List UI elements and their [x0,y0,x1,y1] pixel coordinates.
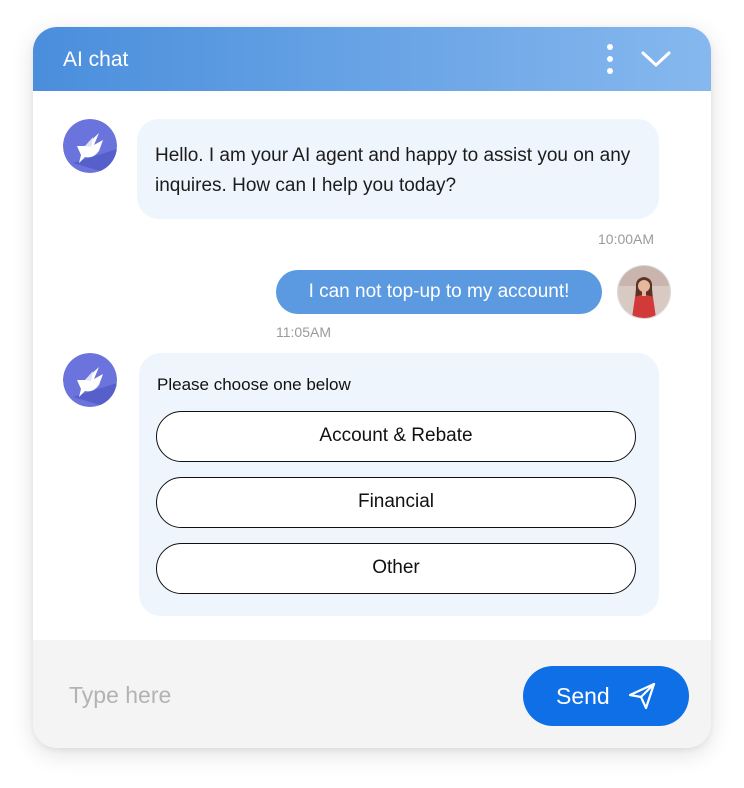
more-options-button[interactable] [599,43,621,75]
message-timestamp: 10:00AM [598,231,655,247]
message-input[interactable] [69,680,489,710]
user-avatar [617,265,671,319]
bot-avatar [63,119,117,173]
send-button-label: Send [556,683,610,709]
collapse-chat-button[interactable] [639,45,673,73]
options-prompt: Please choose one below [157,375,351,394]
user-message-bubble: I can not top-up to my account! [276,270,602,314]
paper-plane-icon [628,682,656,710]
chevron-down-icon [641,51,671,67]
bot-avatar [63,353,117,407]
bot-options-bubble: Please choose one below Account & Rebate… [139,353,659,616]
message-timestamp: 11:05AM [276,324,331,340]
chat-title: AI chat [63,48,129,71]
option-account-rebate-button[interactable]: Account & Rebate [156,411,636,462]
composer-bar: Send [33,640,711,748]
more-vertical-icon [607,44,613,74]
bot-message-bubble: Hello. I am your AI agent and happy to a… [137,119,659,219]
dove-icon [63,353,117,407]
chat-window: AI chat Hello. I am your AI agent and ha… [33,27,711,748]
user-photo-icon [618,266,670,318]
option-financial-button[interactable]: Financial [156,477,636,528]
option-other-button[interactable]: Other [156,543,636,594]
dove-icon [63,119,117,173]
bot-message-text: Hello. I am your AI agent and happy to a… [155,145,631,196]
chat-header: AI chat [33,27,711,91]
send-button[interactable]: Send [523,666,689,726]
